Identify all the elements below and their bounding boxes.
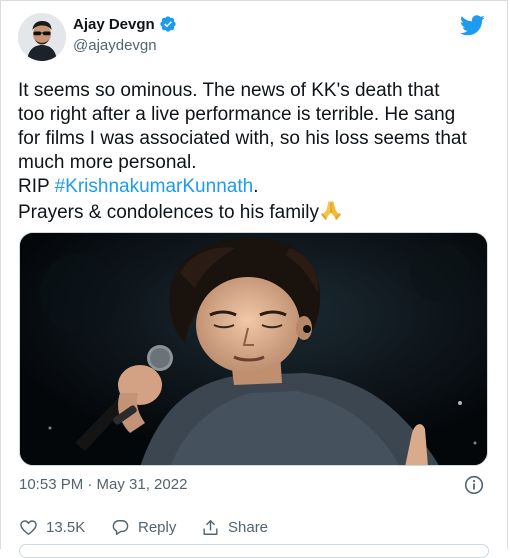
author-name[interactable]: Ajay Devgn [73,16,155,33]
tweet-line: too right after a live performance is te… [18,104,456,125]
avatar[interactable] [18,13,66,61]
tweet-rip-line: RIP #KrishnakumarKunnath. [18,175,494,199]
folded-hands-emoji [320,201,341,220]
tweet-closing-line: Prayers & condolences to his family [18,199,494,225]
author-handle[interactable]: @ajaydevgn [73,37,157,54]
heart-icon [20,519,37,535]
share-button[interactable]: Share [201,512,268,542]
tweet-line: much more personal. [18,152,197,173]
tweet-actions: 13.5K Reply Share [19,512,489,542]
tweet-line: It seems so ominous. The news of KK's de… [18,80,440,101]
rip-suffix: . [253,176,259,197]
reply-label: Reply [138,518,177,536]
share-label: Share [228,518,269,536]
like-count: 13.5K [46,518,86,536]
tweet-text: It seems so ominous. The news of KK's de… [18,79,494,225]
reply-button[interactable]: Reply [111,512,176,542]
rip-prefix: RIP [18,176,55,197]
closing-text: Prayers & condolences to his family [18,202,319,223]
info-icon[interactable] [464,475,484,495]
share-icon [203,519,218,535]
read-replies-button[interactable] [19,544,489,558]
verified-badge-icon [160,16,176,32]
tweet-card: Ajay Devgn @ajaydevgn It seems so ominou… [0,0,508,558]
twitter-bird-icon[interactable] [460,15,485,36]
like-button[interactable]: 13.5K [19,512,85,542]
author-name-row: Ajay Devgn [73,15,177,33]
tweet-timestamp[interactable]: 10:53 PM · May 31, 2022 [19,476,187,493]
reply-bubble-icon [112,519,129,535]
hashtag-link[interactable]: #KrishnakumarKunnath [55,176,254,197]
tweet-photo[interactable] [19,232,488,466]
tweet-line: for films I was associated with, so his … [18,128,467,149]
